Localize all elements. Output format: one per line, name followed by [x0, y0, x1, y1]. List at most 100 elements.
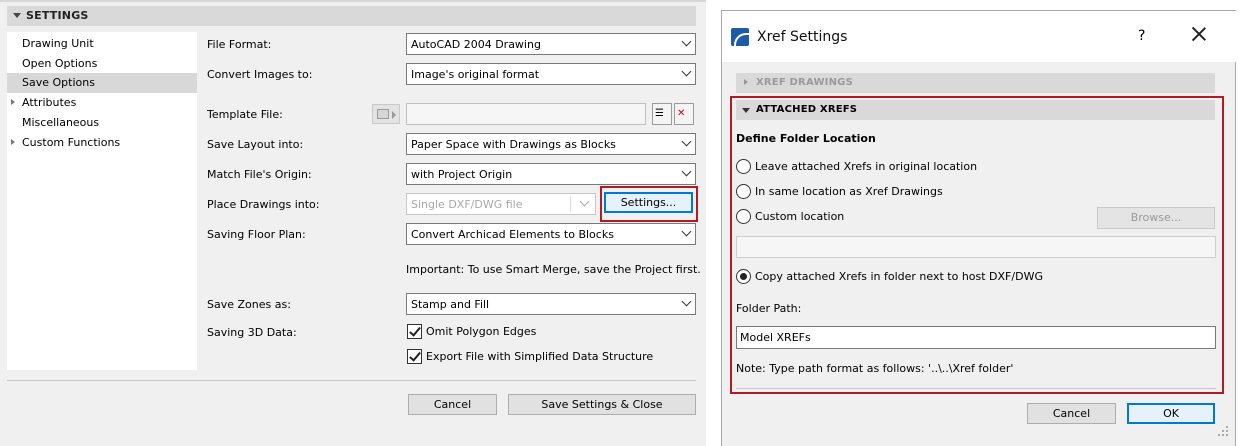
template-file-label: Template File: [207, 108, 283, 121]
browse-button: Browse... [1097, 207, 1215, 229]
nav-item-drawing-unit[interactable]: Drawing Unit [7, 34, 197, 54]
archicad-app-icon [731, 28, 750, 49]
xref-drawings-section-header[interactable]: XREF DRAWINGS [736, 73, 1215, 93]
radio-unchecked-icon[interactable] [736, 159, 751, 174]
select-value: with Project Origin [411, 168, 513, 181]
settings-nav-list: Drawing Unit Open Options Save Options A… [7, 32, 197, 370]
folder-path-label: Folder Path: [736, 302, 802, 315]
saving-3d-label: Saving 3D Data: [207, 326, 297, 339]
expand-arrow-icon[interactable] [11, 139, 15, 145]
save-layout-label: Save Layout into: [207, 138, 304, 151]
select-value: Single DXF/DWG file [411, 198, 523, 211]
cancel-button[interactable]: Cancel [408, 394, 497, 415]
collapse-triangle-icon [13, 13, 21, 18]
match-origin-select[interactable]: with Project Origin [406, 163, 696, 185]
nav-item-custom-functions[interactable]: Custom Functions [7, 133, 197, 153]
browse-template-button[interactable]: ☰ [652, 103, 672, 125]
smart-merge-note: Important: To use Smart Merge, save the … [406, 263, 701, 276]
clear-template-button[interactable]: ✕ [674, 103, 694, 125]
grip-dot [1226, 434, 1228, 436]
section-label: XREF DRAWINGS [756, 77, 853, 88]
expand-arrow-icon [744, 79, 748, 85]
nav-item-open-options[interactable]: Open Options [7, 54, 197, 74]
chevron-down-icon [681, 36, 692, 47]
select-separator [570, 196, 571, 212]
nav-item-label: Custom Functions [22, 136, 121, 149]
select-value: Convert Archicad Elements to Blocks [411, 228, 614, 241]
panel-top-border [0, 0, 706, 2]
radio-label: Leave attached Xrefs in original locatio… [755, 160, 978, 173]
radio-unchecked-icon[interactable] [736, 184, 751, 199]
nav-item-label: Open Options [22, 57, 98, 70]
grip-dot [1222, 430, 1224, 432]
save-layout-select[interactable]: Paper Space with Drawings as Blocks [406, 133, 696, 155]
ok-button[interactable]: OK [1127, 403, 1215, 424]
convert-images-select[interactable]: Image's original format [406, 63, 696, 85]
save-zones-label: Save Zones as: [207, 298, 291, 311]
cancel-button[interactable]: Cancel [1027, 403, 1116, 424]
radio-label: Custom location [755, 210, 845, 223]
select-value: Paper Space with Drawings as Blocks [411, 138, 616, 151]
define-folder-heading: Define Folder Location [736, 132, 876, 145]
radio-unchecked-icon[interactable] [736, 209, 751, 224]
checkbox-label: Omit Polygon Edges [426, 325, 537, 338]
divider [736, 388, 1216, 389]
radio-label: Copy attached Xrefs in folder next to ho… [755, 270, 1043, 283]
place-drawings-label: Place Drawings into: [207, 198, 320, 211]
attached-xrefs-section-header[interactable]: ATTACHED XREFS [736, 100, 1215, 120]
nav-item-miscellaneous[interactable]: Miscellaneous [7, 113, 197, 133]
select-value: Image's original format [411, 68, 540, 81]
grip-dot [1226, 426, 1228, 428]
browse-list-icon: ☰ [655, 108, 664, 119]
select-value: Stamp and Fill [411, 298, 490, 311]
expand-arrow-icon[interactable] [11, 99, 15, 105]
nav-item-attributes[interactable]: Attributes [7, 93, 197, 113]
radio-label: In same location as Xref Drawings [755, 185, 943, 198]
save-settings-close-button[interactable]: Save Settings & Close [508, 394, 696, 415]
place-drawings-settings-button[interactable]: Settings... [604, 192, 693, 213]
template-folder-button[interactable] [372, 104, 400, 124]
nav-item-label: Miscellaneous [22, 116, 100, 129]
grip-dot [1226, 430, 1228, 432]
folder-icon [377, 109, 389, 119]
checkbox-label: Export File with Simplified Data Structu… [426, 350, 654, 363]
file-format-label: File Format: [207, 38, 272, 51]
collapse-arrow-icon [742, 108, 750, 113]
nav-item-label: Drawing Unit [22, 37, 94, 50]
save-zones-select[interactable]: Stamp and Fill [406, 293, 696, 315]
saving-floor-plan-label: Saving Floor Plan: [207, 228, 306, 241]
checkbox-checked-icon[interactable] [407, 324, 422, 339]
custom-location-input [736, 236, 1216, 258]
nav-item-save-options[interactable]: Save Options [7, 73, 197, 93]
checkbox-checked-icon[interactable] [407, 349, 422, 364]
folder-path-input[interactable]: Model XREFs [736, 326, 1216, 349]
path-format-note: Note: Type path format as follows: '..\.… [736, 362, 1014, 375]
settings-section-header[interactable]: SETTINGS [7, 6, 696, 26]
chevron-down-icon [681, 296, 692, 307]
resize-grip-icon[interactable] [1216, 424, 1230, 438]
saving-floor-plan-select[interactable]: Convert Archicad Elements to Blocks [406, 223, 696, 245]
file-format-select[interactable]: AutoCAD 2004 Drawing [406, 33, 696, 55]
close-icon[interactable] [1191, 26, 1207, 42]
chevron-down-icon [681, 226, 692, 237]
settings-header-label: SETTINGS [26, 9, 89, 22]
grip-dot [1222, 434, 1224, 436]
divider [7, 380, 696, 381]
grip-dot [1218, 434, 1220, 436]
select-value: AutoCAD 2004 Drawing [411, 38, 541, 51]
convert-images-label: Convert Images to: [207, 68, 313, 81]
folder-path-value: Model XREFs [740, 331, 811, 344]
dialog-title: Xref Settings [757, 29, 848, 45]
chevron-down-icon [681, 136, 692, 147]
help-button[interactable]: ? [1138, 28, 1145, 44]
radio-checked-icon[interactable] [736, 269, 751, 284]
nav-item-label: Attributes [22, 96, 77, 109]
chevron-down-icon [681, 66, 692, 77]
chevron-down-icon [579, 196, 590, 207]
place-drawings-select: Single DXF/DWG file [406, 193, 596, 215]
match-origin-label: Match File's Origin: [207, 168, 312, 181]
clear-list-icon: ✕ [677, 108, 686, 119]
nav-item-label: Save Options [22, 76, 95, 89]
template-file-input[interactable] [406, 103, 646, 125]
chevron-down-icon [681, 166, 692, 177]
